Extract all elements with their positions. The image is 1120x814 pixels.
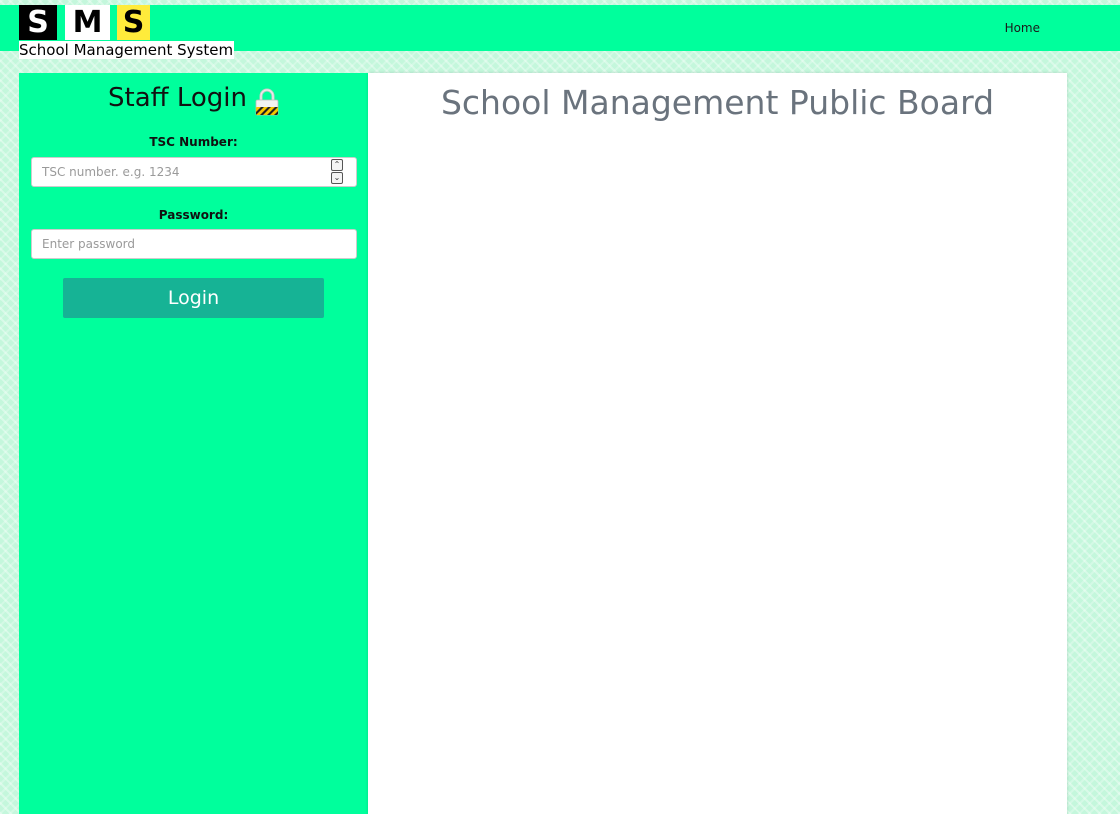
nav-home-link[interactable]: Home [1005,21,1040,35]
login-title-text: Staff Login [108,83,247,113]
password-input[interactable] [31,229,357,259]
staff-login-panel: Staff Login TSC Number: ⌃ ⌄ [19,73,368,814]
public-board: School Management Public Board [368,73,1067,814]
login-heading: Staff Login [19,83,368,116]
stepper-up-icon[interactable]: ⌃ [331,159,343,171]
logo-subtitle: School Management System [19,41,235,59]
tsc-number-stepper[interactable]: ⌃ ⌄ [331,159,345,185]
tsc-number-input[interactable] [31,157,357,187]
board-title: School Management Public Board [440,83,995,122]
stepper-down-icon[interactable]: ⌄ [331,172,343,184]
tsc-number-label: TSC Number: [149,135,238,149]
login-button[interactable]: Login [63,278,324,318]
lock-icon [255,87,279,117]
logo-letter-m: M [65,5,110,40]
logo[interactable]: S M S School Management System [19,5,235,59]
password-label: Password: [158,208,229,222]
logo-letter-s2: S [117,5,150,40]
logo-letter-s1: S [19,5,57,40]
logo-letters: S M S [19,5,234,40]
